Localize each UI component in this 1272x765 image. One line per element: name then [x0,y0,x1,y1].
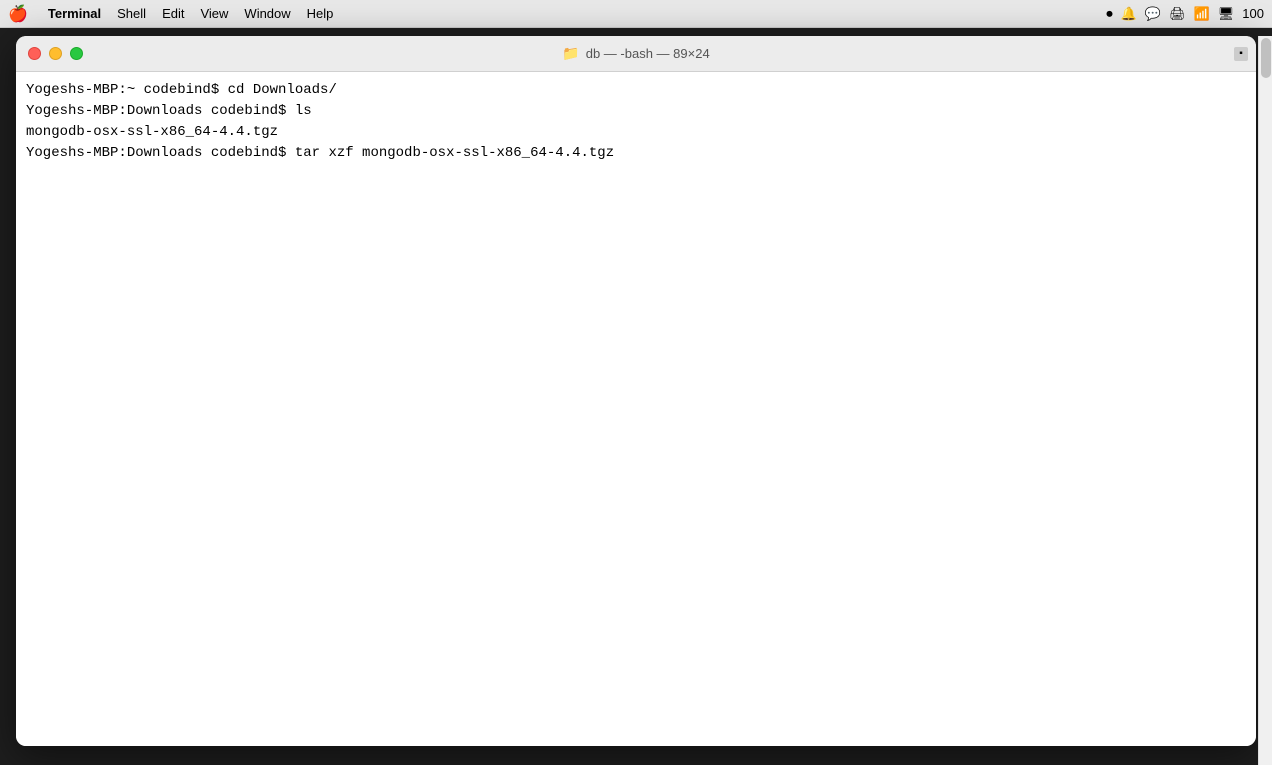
menu-edit[interactable]: Edit [162,6,184,21]
menubar-record-icon: ⏺ [1106,6,1113,22]
menubar-message-icon: 💬 [1145,6,1161,22]
titlebar-title: db — -bash — 89×24 [586,46,710,61]
scrollbar-top-button[interactable]: ▪ [1234,47,1248,61]
terminal-content[interactable]: Yogeshs-MBP:~ codebind$ cd Downloads/ Yo… [16,72,1256,746]
terminal-output: Yogeshs-MBP:~ codebind$ cd Downloads/ Yo… [26,80,1246,164]
menu-terminal[interactable]: Terminal [48,6,101,21]
menu-shell[interactable]: Shell [117,6,146,21]
close-button[interactable] [28,47,41,60]
apple-menu[interactable]: 🍎 [8,4,28,24]
menubar-battery: 100 [1242,6,1264,21]
menubar-wifi-icon: 📶 [1194,6,1210,22]
menu-view[interactable]: View [200,6,228,21]
menu-window[interactable]: Window [244,6,290,21]
minimize-button[interactable] [49,47,62,60]
terminal-window: 📁 db — -bash — 89×24 ▪ Yogeshs-MBP:~ cod… [16,36,1256,746]
menubar-right: ⏺ 🔔 💬 🖨 📶 🖥 100 [1106,6,1264,22]
traffic-lights [28,47,83,60]
menubar: 🍎 Terminal Shell Edit View Window Help ⏺… [0,0,1272,28]
titlebar: 📁 db — -bash — 89×24 ▪ [16,36,1256,72]
folder-icon: 📁 [562,45,579,62]
menubar-display-icon: 🖥 [1218,6,1235,22]
maximize-button[interactable] [70,47,83,60]
titlebar-text: 📁 db — -bash — 89×24 [562,45,709,62]
menubar-print-icon: 🖨 [1169,6,1186,22]
menubar-notification-icon: 🔔 [1121,6,1137,22]
menu-help[interactable]: Help [307,6,334,21]
